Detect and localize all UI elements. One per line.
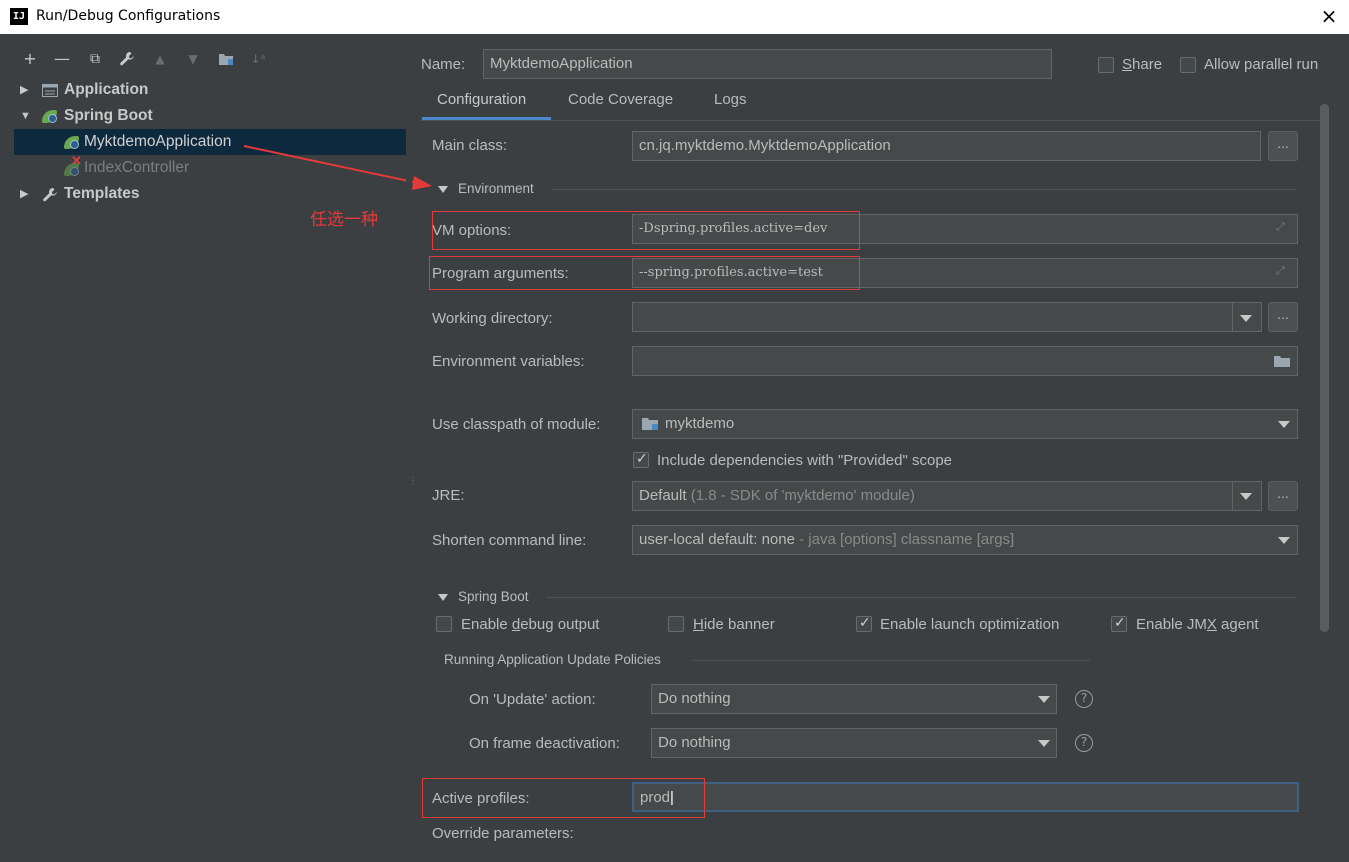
on-update-select[interactable]: Do nothing [651, 684, 1057, 714]
browse-main-class-button[interactable]: ... [1268, 131, 1298, 161]
help-icon[interactable]: ? [1075, 734, 1093, 752]
tab-logs[interactable]: Logs [714, 91, 747, 108]
section-divider [693, 660, 1090, 661]
help-icon[interactable]: ? [1075, 690, 1093, 708]
jmx-agent-checkbox[interactable] [1111, 615, 1127, 632]
hide-banner-checkbox[interactable] [668, 616, 684, 632]
dropdown-separator [1232, 482, 1233, 510]
module-icon [642, 418, 658, 430]
on-frame-select[interactable]: Do nothing [651, 728, 1057, 758]
collapse-environment-icon[interactable] [438, 186, 448, 193]
tab-code-coverage[interactable]: Code Coverage [568, 91, 673, 108]
enable-debug-label: Enable debug output [461, 616, 600, 633]
tab-divider [420, 120, 1320, 121]
environment-section-title: Environment [458, 181, 534, 196]
tab-configuration[interactable]: Configuration [437, 91, 526, 108]
browse-working-dir-button[interactable]: ... [1268, 302, 1298, 332]
shorten-value: user-local default: none [639, 531, 795, 548]
name-input[interactable]: MyktdemoApplication [483, 49, 1052, 79]
dropdown-separator [1232, 303, 1233, 331]
working-dir-input[interactable] [632, 302, 1262, 332]
annotation-text: 任选一种 [310, 210, 378, 230]
share-checkbox[interactable] [1098, 57, 1114, 73]
launch-optimization-checkbox[interactable] [856, 615, 872, 632]
on-update-label: On 'Update' action: [469, 691, 596, 708]
folder-icon[interactable] [1273, 354, 1291, 368]
splitter[interactable]: ⋮ [406, 36, 418, 862]
main-class-label: Main class: [432, 137, 508, 154]
section-divider [546, 597, 1297, 598]
policies-section-title: Running Application Update Policies [444, 652, 661, 667]
jre-value: Default [639, 487, 687, 504]
env-vars-input[interactable] [632, 346, 1298, 376]
name-label: Name: [421, 56, 466, 73]
override-params-label: Override parameters: [432, 825, 574, 842]
annotation-box-program-args [429, 256, 860, 290]
jmx-agent-label: Enable JMX agent [1136, 616, 1259, 633]
on-frame-label: On frame deactivation: [469, 735, 620, 752]
active-profiles-input[interactable]: prod| [632, 782, 1299, 812]
chevron-down-icon[interactable] [1240, 493, 1252, 500]
chevron-down-icon[interactable] [1278, 537, 1290, 544]
chevron-down-icon[interactable] [1038, 740, 1050, 747]
expand-icon[interactable]: ⤢ [1276, 220, 1285, 234]
working-dir-label: Working directory: [432, 310, 553, 327]
jre-select[interactable]: Default (1.8 - SDK of 'myktdemo' module) [632, 481, 1262, 511]
classpath-label: Use classpath of module: [432, 416, 601, 433]
allow-parallel-label: Allow parallel run [1204, 56, 1319, 73]
jre-detail: (1.8 - SDK of 'myktdemo' module) [690, 487, 915, 504]
env-vars-label: Environment variables: [432, 353, 585, 370]
include-deps-label: Include dependencies with "Provided" sco… [657, 452, 953, 469]
annotation-box-active-profiles [422, 778, 705, 818]
classpath-value: myktdemo [665, 415, 735, 432]
share-label: Share [1122, 56, 1163, 73]
section-divider [551, 189, 1297, 190]
annotation-box-vm-options [432, 211, 860, 250]
shorten-select[interactable]: user-local default: none - java [options… [632, 525, 1298, 555]
chevron-down-icon[interactable] [1038, 696, 1050, 703]
classpath-select[interactable]: myktdemo [632, 409, 1298, 439]
main-class-input[interactable]: cn.jq.myktdemo.MyktdemoApplication [632, 131, 1261, 161]
shorten-detail: - java [options] classname [args] [799, 531, 1015, 548]
vertical-scrollbar[interactable] [1320, 104, 1329, 632]
include-deps-checkbox[interactable] [633, 451, 649, 468]
enable-debug-checkbox[interactable] [436, 616, 452, 632]
allow-parallel-checkbox[interactable] [1180, 57, 1196, 73]
chevron-down-icon[interactable] [1278, 421, 1290, 428]
launch-optimization-label: Enable launch optimization [880, 616, 1060, 633]
spring-boot-section-title: Spring Boot [458, 589, 529, 604]
collapse-spring-boot-icon[interactable] [438, 594, 448, 601]
chevron-down-icon[interactable] [1240, 315, 1252, 322]
jre-label: JRE: [432, 487, 465, 504]
browse-jre-button[interactable]: ... [1268, 481, 1298, 511]
expand-icon[interactable]: ⤢ [1276, 264, 1285, 278]
shorten-label: Shorten command line: [432, 532, 587, 549]
hide-banner-label: Hide banner [693, 616, 775, 633]
